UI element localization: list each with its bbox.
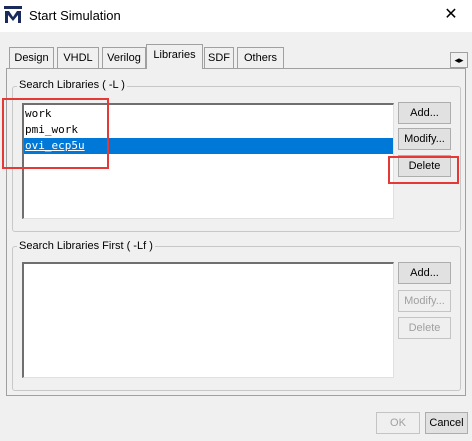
annotation-box-libraries — [2, 98, 109, 169]
tab-sdf[interactable]: SDF — [204, 47, 234, 68]
cancel-button[interactable]: Cancel — [425, 412, 468, 434]
annotation-box-delete — [388, 156, 459, 184]
search-libraries-first-label: Search Libraries First ( -Lf ) — [17, 240, 155, 252]
search-libraries-label: Search Libraries ( -L ) — [17, 79, 127, 91]
delete-library-first-button[interactable]: Delete — [398, 317, 451, 339]
add-library-first-button[interactable]: Add... — [398, 262, 451, 284]
modify-library-button[interactable]: Modify... — [398, 128, 451, 150]
tab-design[interactable]: Design — [9, 47, 54, 68]
ok-button[interactable]: OK — [376, 412, 420, 434]
tab-others[interactable]: Others — [237, 47, 284, 68]
tab-verilog[interactable]: Verilog — [102, 47, 146, 68]
modify-library-first-button[interactable]: Modify... — [398, 290, 451, 312]
close-icon[interactable]: ✕ — [436, 2, 466, 28]
add-library-button[interactable]: Add... — [398, 102, 451, 124]
window-title: Start Simulation — [29, 8, 121, 23]
tab-libraries[interactable]: Libraries — [146, 44, 203, 69]
tab-vhdl[interactable]: VHDL — [57, 47, 99, 68]
title-bar: Start Simulation ✕ — [0, 0, 472, 32]
search-libraries-first-list[interactable] — [22, 262, 394, 378]
tab-scroll-arrows[interactable]: ◂▸ — [450, 52, 468, 68]
modelsim-m-icon — [4, 6, 22, 23]
